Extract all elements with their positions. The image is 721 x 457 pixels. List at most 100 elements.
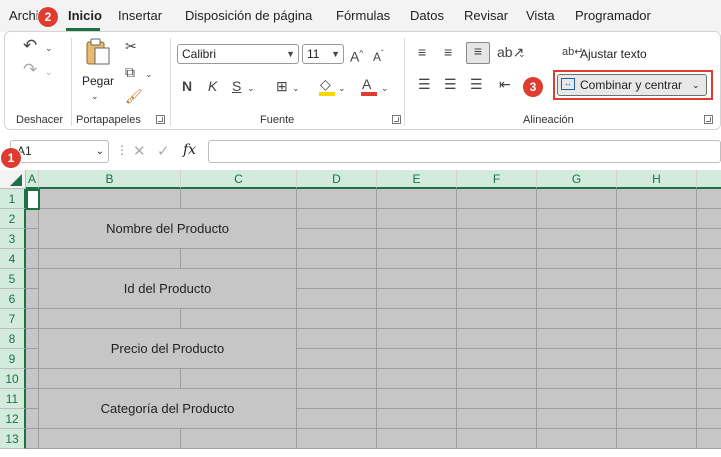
cell[interactable] — [377, 389, 457, 409]
wrap-text-label[interactable]: Ajustar texto — [580, 47, 647, 61]
tab-vista[interactable]: Vista — [526, 8, 555, 23]
cell[interactable] — [617, 409, 697, 429]
cell[interactable] — [377, 309, 457, 329]
cell[interactable] — [617, 389, 697, 409]
cell[interactable] — [457, 269, 537, 289]
cell[interactable] — [537, 309, 617, 329]
cell[interactable] — [377, 369, 457, 389]
cell[interactable] — [377, 249, 457, 269]
cell[interactable] — [457, 249, 537, 269]
cell[interactable] — [537, 329, 617, 349]
cell[interactable] — [457, 289, 537, 309]
row-header-11[interactable]: 11 — [0, 389, 26, 409]
column-header-e[interactable]: E — [377, 170, 457, 189]
row-header-13[interactable]: 13 — [0, 429, 26, 449]
cell[interactable] — [537, 269, 617, 289]
cell[interactable] — [537, 429, 617, 449]
cell[interactable] — [537, 349, 617, 369]
font-name-select[interactable]: Calibri ▼ — [177, 44, 299, 64]
cell[interactable] — [537, 249, 617, 269]
font-launcher-icon[interactable] — [392, 115, 401, 124]
tab-formulas[interactable]: Fórmulas — [336, 8, 390, 23]
cell[interactable] — [697, 289, 721, 309]
cell[interactable] — [537, 409, 617, 429]
format-painter-icon[interactable]: 🖌 — [125, 88, 143, 104]
row-header-6[interactable]: 6 — [0, 289, 26, 309]
cell[interactable] — [26, 429, 39, 449]
undo-icon[interactable]: ↶ — [23, 37, 37, 54]
cell[interactable] — [697, 389, 721, 409]
cell[interactable] — [617, 289, 697, 309]
cell[interactable] — [697, 209, 721, 229]
borders-icon[interactable]: ⊞ — [276, 78, 288, 94]
tab-revisar[interactable]: Revisar — [464, 8, 508, 23]
cell[interactable] — [697, 309, 721, 329]
cell[interactable] — [617, 249, 697, 269]
insert-function-icon[interactable]: fx — [183, 142, 196, 158]
cell[interactable] — [457, 409, 537, 429]
paste-icon[interactable] — [85, 38, 111, 66]
cell[interactable] — [377, 209, 457, 229]
cell[interactable] — [181, 429, 297, 449]
alignment-launcher-icon[interactable] — [704, 115, 713, 124]
cell[interactable] — [377, 289, 457, 309]
align-top-icon[interactable]: ≡ — [418, 44, 426, 60]
cell[interactable] — [39, 369, 181, 389]
cell[interactable] — [377, 269, 457, 289]
cancel-icon[interactable]: ✕ — [133, 142, 146, 160]
align-right-icon[interactable]: ☰ — [470, 76, 483, 92]
cell[interactable] — [617, 229, 697, 249]
cell[interactable] — [697, 329, 721, 349]
borders-dropdown-icon[interactable]: ⌄ — [292, 80, 300, 96]
cell[interactable] — [457, 229, 537, 249]
cell[interactable] — [697, 189, 721, 209]
cell[interactable] — [697, 369, 721, 389]
row-header-9[interactable]: 9 — [0, 349, 26, 369]
column-header-d[interactable]: D — [297, 170, 377, 189]
paste-label[interactable]: Pegar — [82, 74, 114, 88]
cell[interactable] — [537, 369, 617, 389]
cell[interactable] — [617, 189, 697, 209]
align-left-icon[interactable]: ☰ — [418, 76, 431, 92]
cell[interactable] — [26, 329, 39, 349]
row-header-4[interactable]: 4 — [0, 249, 26, 269]
cell[interactable] — [457, 429, 537, 449]
orientation-dropdown-icon[interactable]: ⌄ — [518, 46, 526, 62]
cell[interactable] — [457, 189, 537, 209]
name-box[interactable]: A1 ⌄ — [10, 140, 109, 163]
chevron-down-icon[interactable]: ⌄ — [96, 141, 104, 162]
redo-icon[interactable]: ↷ — [23, 61, 37, 78]
cell[interactable] — [297, 209, 377, 229]
tab-inicio[interactable]: Inicio — [68, 8, 102, 23]
cell[interactable] — [26, 209, 39, 229]
underline-icon[interactable]: S — [232, 78, 241, 94]
merged-cell-b2-c3[interactable]: Nombre del Producto — [39, 209, 297, 249]
active-cell-a1[interactable] — [26, 189, 40, 210]
cell[interactable] — [181, 309, 297, 329]
decrease-indent-icon[interactable]: ⇤ — [499, 76, 511, 92]
formula-input[interactable] — [208, 140, 721, 163]
cell[interactable] — [697, 249, 721, 269]
row-header-5[interactable]: 5 — [0, 269, 26, 289]
cell[interactable] — [617, 309, 697, 329]
cell[interactable] — [617, 369, 697, 389]
select-all-button[interactable] — [0, 170, 26, 189]
cell[interactable] — [377, 409, 457, 429]
cell[interactable] — [297, 409, 377, 429]
cell[interactable] — [26, 309, 39, 329]
cut-icon[interactable]: ✂ — [125, 38, 137, 54]
row-header-12[interactable]: 12 — [0, 409, 26, 429]
cell[interactable] — [457, 209, 537, 229]
copy-icon[interactable]: ⧉ — [125, 64, 135, 80]
cell[interactable] — [697, 409, 721, 429]
cell[interactable] — [26, 289, 39, 309]
tab-datos[interactable]: Datos — [410, 8, 444, 23]
column-header-h[interactable]: H — [617, 170, 697, 189]
cell[interactable] — [537, 289, 617, 309]
cell[interactable] — [617, 329, 697, 349]
cell[interactable] — [297, 329, 377, 349]
underline-dropdown-icon[interactable]: ⌄ — [247, 80, 255, 96]
fill-color-dropdown-icon[interactable]: ⌄ — [338, 80, 346, 96]
column-header-c[interactable]: C — [181, 170, 297, 189]
cell[interactable] — [297, 309, 377, 329]
